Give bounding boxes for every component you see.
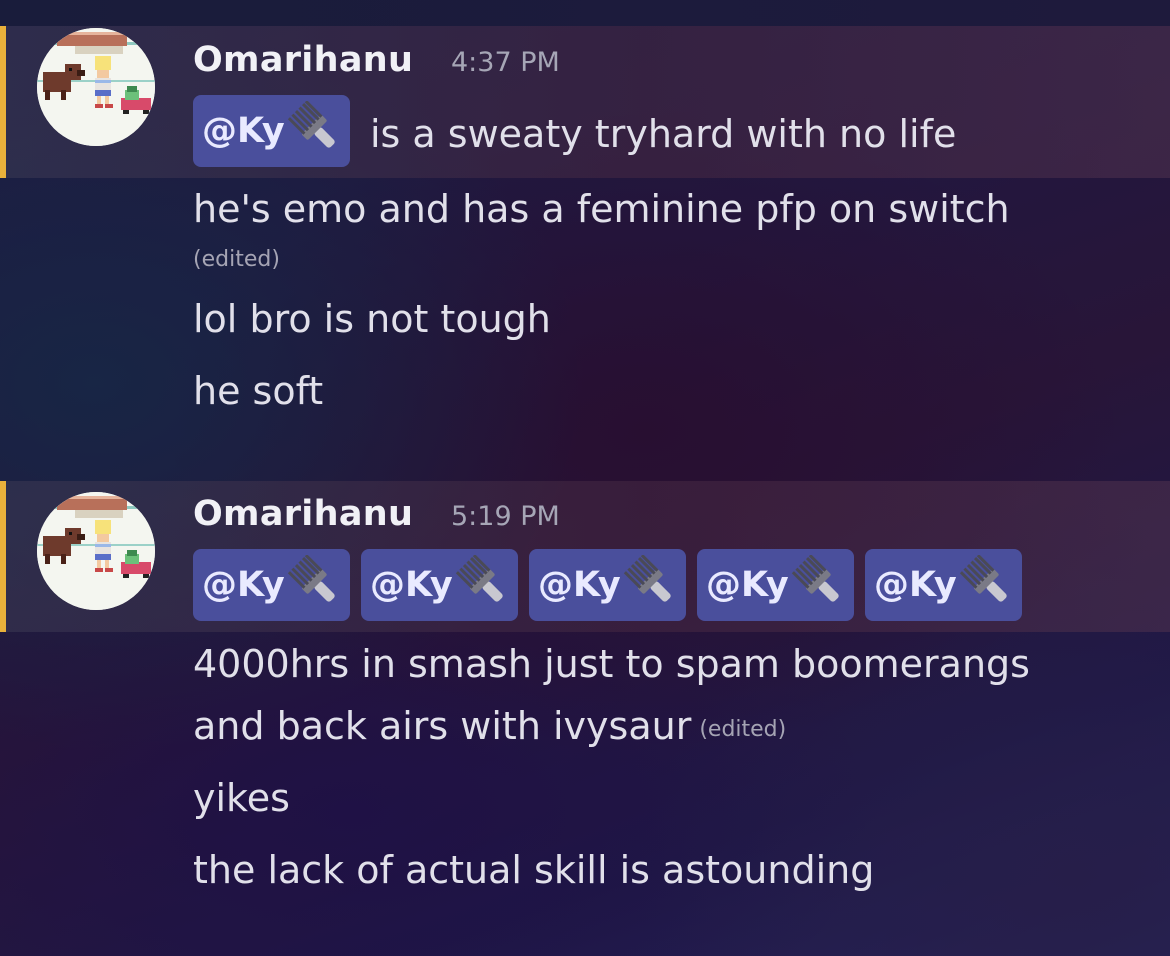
mention-highlight-bar [0, 26, 6, 178]
message-text-part: and back airs with ivysaur [193, 704, 692, 748]
user-avatar[interactable] [37, 28, 155, 146]
mention-text: @Ky [538, 565, 621, 605]
message-text: is a sweaty tryhard with no life [370, 112, 957, 156]
message-text: the lack of actual skill is astounding [193, 848, 875, 892]
mention-text: @Ky [706, 565, 789, 605]
user-mention[interactable]: @Ky [193, 95, 350, 167]
mention-text: @Ky [202, 111, 285, 151]
username[interactable]: Omarihanu [193, 40, 413, 80]
message-text: he soft [193, 369, 324, 413]
user-mention[interactable]: @Ky [361, 549, 518, 621]
user-mention[interactable]: @Ky [865, 549, 1022, 621]
mention-text: @Ky [202, 565, 285, 605]
edited-label: (edited) [193, 247, 280, 272]
pixel-art-avatar-icon [37, 28, 155, 146]
pixel-art-avatar-icon [37, 492, 155, 610]
user-avatar[interactable] [37, 492, 155, 610]
hair-pick-icon [959, 553, 1013, 616]
edited-label: (edited) [699, 717, 787, 742]
mention-text: @Ky [874, 565, 957, 605]
timestamp: 5:19 PM [451, 501, 560, 532]
user-mention[interactable]: @Ky [529, 549, 686, 621]
mention-text: @Ky [370, 565, 453, 605]
username[interactable]: Omarihanu [193, 494, 413, 534]
message-text: lol bro is not tough [193, 297, 551, 341]
top-strip [0, 0, 1170, 26]
user-mention[interactable]: @Ky [697, 549, 854, 621]
message-text: and back airs with ivysaur (edited) [193, 704, 786, 748]
message-text: yikes [193, 776, 290, 820]
user-mention[interactable]: @Ky [193, 549, 350, 621]
hair-pick-icon [455, 553, 509, 616]
message-text: 4000hrs in smash just to spam boomerangs [193, 642, 1030, 686]
message-text: he's emo and has a feminine pfp on switc… [193, 187, 1010, 231]
hair-pick-icon [287, 99, 341, 162]
timestamp: 4:37 PM [451, 47, 560, 78]
hair-pick-icon [791, 553, 845, 616]
mention-highlight-bar [0, 481, 6, 632]
hair-pick-icon [287, 553, 341, 616]
hair-pick-icon [623, 553, 677, 616]
